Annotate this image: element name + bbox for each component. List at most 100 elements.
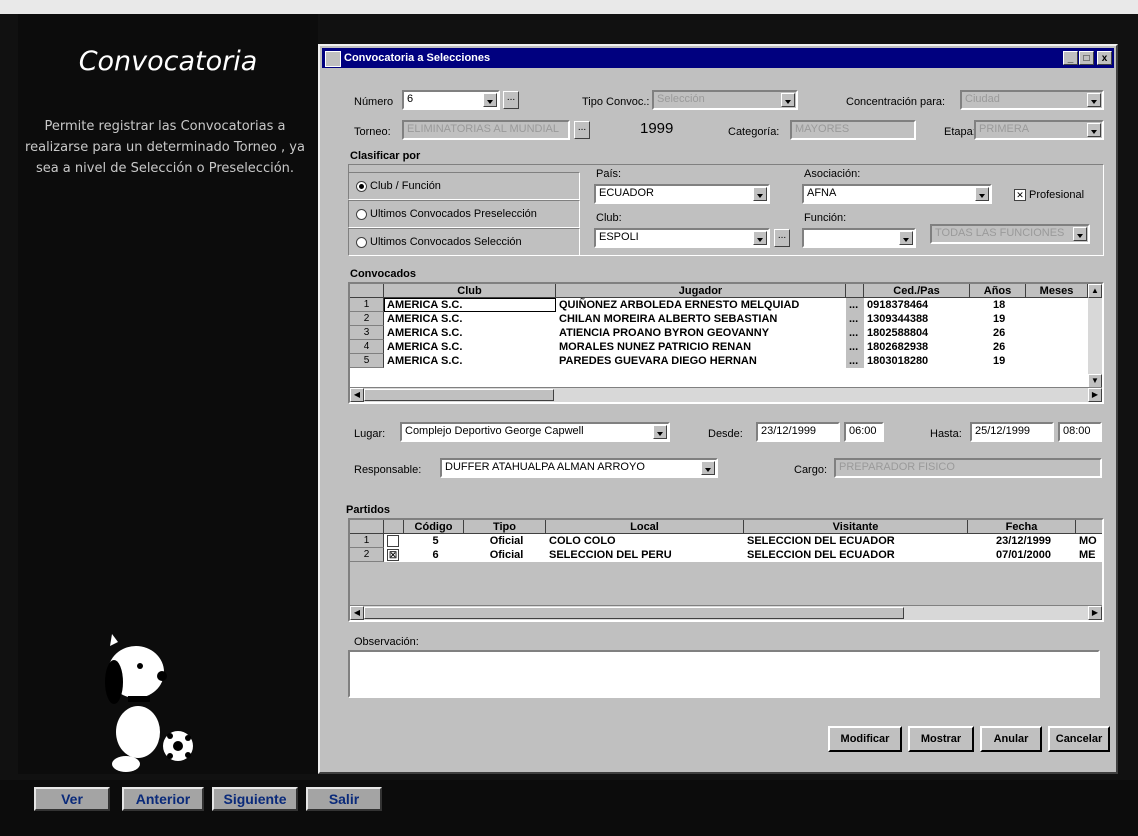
mostrar-button[interactable]: Mostrar — [908, 726, 974, 752]
chevron-down-icon[interactable] — [975, 187, 989, 201]
cell-ced[interactable]: 1802588804 — [864, 326, 970, 340]
cell-codigo[interactable]: 6 — [404, 548, 464, 562]
row-checkbox[interactable]: ☒ — [384, 548, 404, 562]
torneo-ellipsis-button[interactable]: ... — [574, 121, 590, 139]
convocados-vscroll[interactable]: ▲ ▼ — [1088, 284, 1102, 388]
siguiente-button[interactable]: Siguiente — [212, 787, 298, 811]
cell-local[interactable]: COLO COLO — [546, 534, 744, 548]
chevron-down-icon[interactable] — [653, 425, 667, 439]
col-header-club[interactable]: Club — [384, 284, 556, 298]
cell-jugador[interactable]: MORALES NUNEZ PATRICIO RENAN — [556, 340, 846, 354]
desde-date-input[interactable]: 23/12/1999 — [756, 422, 840, 442]
hasta-date-input[interactable]: 25/12/1999 — [970, 422, 1054, 442]
row-number[interactable]: 2 — [350, 548, 384, 562]
cell-anos[interactable]: 26 — [990, 340, 1026, 354]
maximize-button[interactable]: □ — [1079, 51, 1094, 65]
table-row[interactable]: 2 AMERICA S.C. CHILAN MOREIRA ALBERTO SE… — [350, 312, 1102, 326]
cell-visitante[interactable]: SELECCION DEL ECUADOR — [744, 534, 968, 548]
col-header-codigo[interactable]: Código — [404, 520, 464, 534]
scroll-left-icon[interactable]: ◀ — [350, 606, 364, 620]
scroll-right-icon[interactable]: ▶ — [1088, 388, 1102, 402]
cell-tipo[interactable]: Oficial — [464, 534, 546, 548]
scroll-right-icon[interactable]: ▶ — [1088, 606, 1102, 620]
col-header-meses[interactable]: Meses — [1026, 284, 1088, 298]
ellipsis-icon[interactable]: ... — [846, 298, 864, 312]
scroll-up-icon[interactable]: ▲ — [1088, 284, 1102, 298]
cell-anos[interactable]: 26 — [990, 326, 1026, 340]
cell-ced[interactable]: 1309344388 — [864, 312, 970, 326]
observacion-textarea[interactable] — [348, 650, 1100, 698]
row-number[interactable]: 2 — [350, 312, 384, 326]
convocados-hscroll[interactable]: ◀ ▶ — [350, 387, 1102, 402]
club-ellipsis-button[interactable]: ... — [774, 229, 790, 247]
chevron-down-icon[interactable] — [701, 461, 715, 475]
cell-extra[interactable]: ME — [1076, 548, 1102, 562]
table-row[interactable]: 2 ☒ 6 Oficial SELECCION DEL PERU SELECCI… — [350, 548, 1102, 562]
table-row[interactable]: 4 AMERICA S.C. MORALES NUNEZ PATRICIO RE… — [350, 340, 1102, 354]
cell-anos[interactable]: 19 — [990, 312, 1026, 326]
ellipsis-icon[interactable]: ... — [846, 326, 864, 340]
responsable-select[interactable]: DUFFER ATAHUALPA ALMAN ARROYO — [440, 458, 718, 478]
cell-ced[interactable]: 1803018280 — [864, 354, 970, 368]
cell-ced[interactable]: 0918378464 — [864, 298, 970, 312]
cell-codigo[interactable]: 5 — [404, 534, 464, 548]
pais-select[interactable]: ECUADOR — [594, 184, 770, 204]
cell-club[interactable]: AMERICA S.C. — [384, 326, 556, 340]
modificar-button[interactable]: Modificar — [828, 726, 902, 752]
chevron-down-icon[interactable] — [781, 93, 795, 107]
col-header-jugador[interactable]: Jugador — [556, 284, 846, 298]
scroll-thumb[interactable] — [364, 389, 554, 401]
cell-jugador[interactable]: QUIÑONEZ ARBOLEDA ERNESTO MELQUIAD — [556, 298, 846, 312]
cell-club[interactable]: AMERICA S.C. — [384, 340, 556, 354]
radio-club-funcion[interactable]: Club / Función — [356, 180, 441, 192]
funcion-select[interactable] — [802, 228, 916, 248]
scroll-left-icon[interactable]: ◀ — [350, 388, 364, 402]
cell-tipo[interactable]: Oficial — [464, 548, 546, 562]
cell-anos[interactable]: 18 — [990, 298, 1026, 312]
row-number[interactable]: 3 — [350, 326, 384, 340]
chevron-down-icon[interactable] — [753, 187, 767, 201]
cell-anos[interactable]: 19 — [990, 354, 1026, 368]
lugar-select[interactable]: Complejo Deportivo George Capwell — [400, 422, 670, 442]
close-button[interactable]: x — [1097, 51, 1112, 65]
numero-ellipsis-button[interactable]: ... — [503, 91, 519, 109]
tipo-convoc-select[interactable]: Selección — [652, 90, 798, 110]
window-system-icon[interactable] — [325, 51, 341, 67]
cancelar-button[interactable]: Cancelar — [1048, 726, 1110, 752]
numero-select[interactable]: 6 — [402, 90, 500, 110]
row-number[interactable]: 5 — [350, 354, 384, 368]
anterior-button[interactable]: Anterior — [122, 787, 204, 811]
table-row[interactable]: 5 AMERICA S.C. PAREDES GUEVARA DIEGO HER… — [350, 354, 1102, 368]
table-row[interactable]: 1 5 Oficial COLO COLO SELECCION DEL ECUA… — [350, 534, 1102, 548]
scroll-thumb[interactable] — [364, 607, 904, 619]
ver-button[interactable]: Ver — [34, 787, 110, 811]
col-header-visitante[interactable]: Visitante — [744, 520, 968, 534]
cell-local[interactable]: SELECCION DEL PERU — [546, 548, 744, 562]
col-header-tipo[interactable]: Tipo — [464, 520, 546, 534]
cell-fecha[interactable]: 23/12/1999 — [968, 534, 1076, 548]
cell-club[interactable]: AMERICA S.C. — [384, 312, 556, 326]
torneo-field[interactable]: ELIMINATORIAS AL MUNDIAL — [402, 120, 570, 140]
chevron-down-icon[interactable] — [1073, 227, 1087, 241]
chevron-down-icon[interactable] — [1087, 93, 1101, 107]
etapa-select[interactable]: PRIMERA — [974, 120, 1104, 140]
table-row[interactable]: 1 AMERICA S.C. QUIÑONEZ ARBOLEDA ERNESTO… — [350, 298, 1102, 312]
col-header-fecha[interactable]: Fecha — [968, 520, 1076, 534]
chevron-down-icon[interactable] — [753, 231, 767, 245]
cell-jugador[interactable]: PAREDES GUEVARA DIEGO HERNAN — [556, 354, 846, 368]
row-number[interactable]: 4 — [350, 340, 384, 354]
anular-button[interactable]: Anular — [980, 726, 1042, 752]
profesional-checkbox[interactable]: ✕ Profesional — [1014, 189, 1084, 202]
ellipsis-icon[interactable]: ... — [846, 354, 864, 368]
cell-ced[interactable]: 1802682938 — [864, 340, 970, 354]
chevron-down-icon[interactable] — [1087, 123, 1101, 137]
ellipsis-icon[interactable]: ... — [846, 340, 864, 354]
table-row[interactable]: 3 AMERICA S.C. ATIENCIA PROANO BYRON GEO… — [350, 326, 1102, 340]
cell-fecha[interactable]: 07/01/2000 — [968, 548, 1076, 562]
radio-ultimos-seleccion[interactable]: Ultimos Convocados Selección — [356, 236, 522, 248]
cell-jugador[interactable]: ATIENCIA PROANO BYRON GEOVANNY — [556, 326, 846, 340]
scroll-down-icon[interactable]: ▼ — [1088, 374, 1102, 388]
radio-ultimos-preseleccion[interactable]: Ultimos Convocados Preselección — [356, 208, 537, 220]
partidos-hscroll[interactable]: ◀ ▶ — [350, 605, 1102, 620]
funcion-extra-select[interactable]: TODAS LAS FUNCIONES — [930, 224, 1090, 244]
